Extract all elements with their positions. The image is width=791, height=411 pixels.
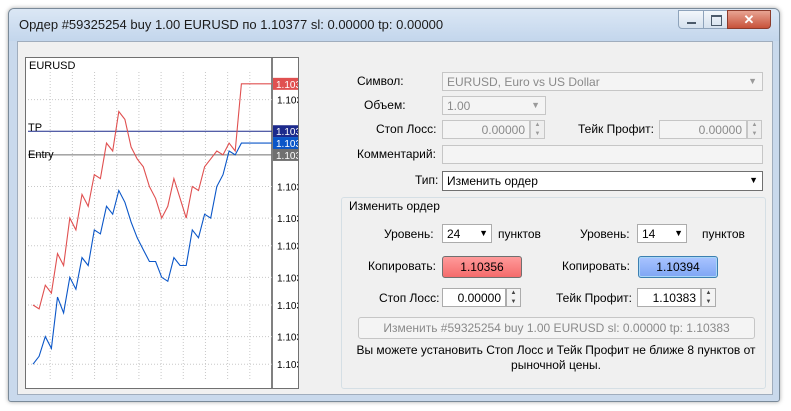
ask-price-line	[32, 83, 272, 310]
minimize-button[interactable]	[678, 10, 704, 29]
symbol-value: EURUSD, Euro vs US Dollar	[447, 75, 600, 89]
sl-level-label: Уровень:	[384, 227, 434, 241]
price-tick-label: 1.10324	[277, 360, 298, 371]
sl-label: Стоп Лосс:	[376, 122, 437, 136]
window-title: Ордер #59325254 buy 1.00 EURUSD по 1.103…	[19, 17, 444, 32]
volume-label: Объем:	[364, 98, 406, 112]
close-button[interactable]: ✕	[727, 10, 771, 29]
entry-level-label: Entry	[28, 149, 54, 161]
close-icon: ✕	[743, 11, 755, 27]
tick-chart-plot: 1.10391 1.10369 1.10361 1.10354 1.10346 1.103…	[28, 58, 298, 388]
maximize-button[interactable]	[703, 10, 728, 29]
price-tick-label: 1.10331	[277, 333, 298, 344]
arrow-down-icon: ▼	[534, 131, 541, 137]
entry-price-tag-label: 1.10377	[276, 151, 298, 162]
price-tick-label: 1.10354	[277, 242, 298, 253]
tp-level-select[interactable]: 14 ▼	[637, 224, 687, 243]
arrow-down-icon: ▼	[510, 299, 517, 305]
copy-tp-button[interactable]: 1.10394	[638, 256, 718, 278]
modify-order-button[interactable]: Изменить #59325254 buy 1.00 EURUSD sl: 0…	[358, 317, 755, 339]
new-sl-value: 0.00000	[457, 291, 501, 305]
type-label: Тип:	[415, 173, 439, 187]
new-tp-value: 1.10383	[652, 291, 696, 305]
volume-value: 1.00	[447, 99, 471, 113]
tp-input[interactable]: 0.00000	[659, 120, 747, 139]
maximize-icon	[711, 15, 722, 26]
new-tp-input[interactable]: 1.10383	[637, 288, 701, 307]
modify-group-title: Изменить ордер	[349, 199, 440, 213]
tp-level-units: пунктов	[702, 227, 745, 241]
price-tick-label: 1.10339	[277, 301, 298, 312]
tp-label: Тейк Профит:	[578, 122, 654, 136]
tp-stepper[interactable]: ▲ ▼	[747, 120, 762, 139]
dialog-body: 1.10391 1.10369 1.10361 1.10354 1.10346 1.103…	[17, 41, 773, 395]
sl-input[interactable]: 0.00000	[442, 120, 530, 139]
tp-copy-label: Копировать:	[562, 259, 630, 273]
ask-price-tag-label: 1.10395	[276, 80, 298, 91]
chevron-down-icon: ▼	[748, 76, 757, 86]
tick-chart: 1.10391 1.10369 1.10361 1.10354 1.10346 1.103…	[25, 57, 299, 389]
new-tp-label: Тейк Профит:	[556, 291, 632, 305]
tp-level-label: TP	[28, 122, 43, 134]
new-sl-stepper[interactable]: ▲ ▼	[506, 288, 521, 307]
sl-level-value: 24	[447, 227, 461, 241]
bid-price-tag-label: 1.10380	[276, 139, 298, 150]
bid-price-line	[32, 142, 272, 365]
chevron-down-icon: ▼	[749, 175, 758, 185]
chevron-down-icon: ▼	[531, 100, 540, 110]
tp-level-value: 14	[642, 227, 656, 241]
comment-input[interactable]	[442, 145, 763, 164]
price-tick-label: 1.10369	[277, 183, 298, 194]
volume-select[interactable]: 1.00 ▼	[442, 96, 546, 115]
sl-value: 0.00000	[481, 123, 525, 137]
symbol-select[interactable]: EURUSD, Euro vs US Dollar ▼	[442, 72, 763, 91]
order-type-select[interactable]: Изменить ордер ▼	[442, 171, 763, 191]
price-tick-label: 1.10361	[277, 214, 298, 225]
arrow-up-icon: ▲	[751, 122, 758, 128]
order-dialog: Ордер #59325254 buy 1.00 EURUSD по 1.103…	[8, 8, 780, 402]
comment-label: Комментарий:	[357, 147, 436, 161]
chevron-down-icon: ▼	[674, 228, 683, 238]
tp-value: 0.00000	[698, 123, 742, 137]
copy-tp-value: 1.10394	[656, 260, 700, 274]
chevron-down-icon: ▼	[479, 228, 488, 238]
price-tick-label: 1.10391	[277, 96, 298, 107]
symbol-label: Символ:	[357, 74, 404, 88]
sl-level-units: пунктов	[498, 227, 541, 241]
new-sl-label: Стоп Лосс:	[379, 291, 440, 305]
arrow-down-icon: ▼	[705, 299, 712, 305]
modify-order-button-label: Изменить #59325254 buy 1.00 EURUSD sl: 0…	[383, 321, 730, 335]
copy-sl-button[interactable]: 1.10356	[442, 256, 522, 278]
sl-level-select[interactable]: 24 ▼	[442, 224, 492, 243]
copy-sl-value: 1.10356	[460, 260, 504, 274]
arrow-up-icon: ▲	[534, 122, 541, 128]
minimize-icon	[687, 22, 696, 24]
title-bar[interactable]: Ордер #59325254 buy 1.00 EURUSD по 1.103…	[9, 9, 779, 41]
new-sl-input[interactable]: 0.00000	[442, 288, 506, 307]
arrow-up-icon: ▲	[510, 290, 517, 296]
sl-stepper[interactable]: ▲ ▼	[530, 120, 545, 139]
arrow-up-icon: ▲	[705, 290, 712, 296]
tp-price-tag-label: 1.10383	[276, 127, 298, 138]
new-tp-stepper[interactable]: ▲ ▼	[701, 288, 716, 307]
price-tick-label: 1.10346	[277, 273, 298, 284]
arrow-down-icon: ▼	[751, 131, 758, 137]
order-type-value: Изменить ордер	[447, 174, 538, 188]
chart-symbol-label: EURUSD	[29, 60, 76, 72]
distance-note: Вы можете установить Стоп Лосс и Тейк Пр…	[356, 343, 756, 372]
tp-level-label-right: Уровень:	[580, 227, 630, 241]
sl-copy-label: Копировать:	[368, 259, 436, 273]
